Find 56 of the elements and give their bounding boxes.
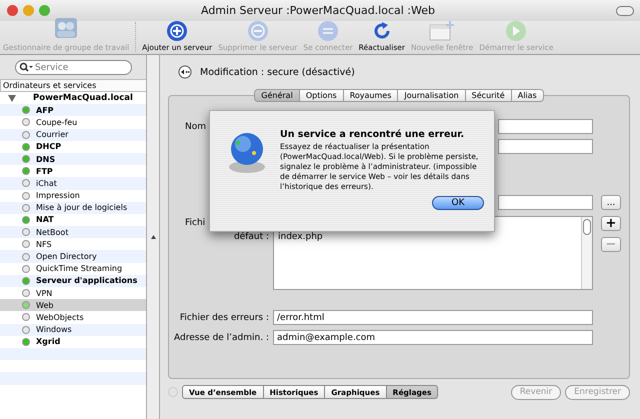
text-field[interactable] — [498, 139, 593, 154]
window-title: Admin Serveur :PowerMacQuad.local :Web — [200, 4, 436, 17]
browse-button[interactable]: ... — [601, 195, 621, 210]
search-icon — [19, 62, 33, 72]
service-item[interactable]: NFS — [0, 238, 146, 250]
list-item[interactable]: index.php — [278, 232, 577, 242]
service-item[interactable]: Open Directory — [0, 250, 146, 263]
service-item[interactable]: QuickTime Streaming — [0, 262, 146, 275]
service-item[interactable]: NetBoot — [0, 226, 146, 238]
editor-heading: Modification : secure (désactivé) — [200, 66, 355, 78]
field-label: Fichi — [184, 217, 206, 230]
server-name[interactable]: PowerMacQuad.local — [33, 93, 133, 104]
service-item[interactable]: AFP — [0, 104, 146, 116]
scrollbar[interactable] — [581, 217, 592, 289]
play-icon — [505, 20, 528, 42]
tab[interactable]: Journalisation — [398, 89, 466, 102]
field-label: Fichier des erreurs : — [178, 312, 270, 322]
back-button[interactable] — [178, 65, 192, 79]
zoom-button[interactable] — [39, 5, 50, 16]
text-field[interactable] — [498, 119, 593, 134]
service-item[interactable]: Courrier — [0, 128, 146, 141]
service-item[interactable]: Web — [0, 299, 146, 312]
remove-icon — [246, 20, 269, 42]
ok-button[interactable]: OK — [432, 196, 484, 210]
add-icon — [166, 20, 188, 42]
service-item[interactable]: Impression — [0, 190, 146, 202]
text-field[interactable] — [498, 195, 593, 210]
tab[interactable]: Royaumes — [344, 89, 398, 102]
field-label: Nom — [184, 122, 208, 132]
splitter[interactable] — [146, 55, 160, 419]
disclosure-triangle[interactable] — [8, 94, 16, 102]
column-header: Ordinateurs et services — [0, 79, 146, 92]
collapse-arrow-icon — [150, 235, 156, 239]
service-item[interactable]: Windows — [0, 324, 146, 336]
close-button[interactable] — [7, 5, 18, 16]
service-item[interactable]: DNS — [0, 152, 146, 166]
field-label: Adresse de l’admin. : — [173, 332, 270, 342]
search-field[interactable]: Service — [15, 60, 132, 75]
text-field[interactable]: /error.html — [273, 310, 593, 325]
tab[interactable]: Général — [254, 89, 300, 102]
window-icon — [429, 20, 456, 42]
service-item[interactable]: Serveur d'applications — [0, 274, 146, 287]
toolbar-toggle-button[interactable] — [616, 6, 634, 16]
text-field[interactable]: admin@example.com — [273, 330, 593, 345]
tab[interactable]: Alias — [512, 89, 544, 102]
alert-title: Un service a rencontré une erreur. — [280, 129, 466, 140]
service-item[interactable]: FTP — [0, 165, 146, 178]
add-button[interactable]: + — [601, 216, 621, 231]
tab[interactable]: Sécurité — [466, 89, 512, 102]
spinner-icon — [168, 387, 178, 397]
service-item[interactable]: Mise à jour de logiciels — [0, 202, 146, 214]
tab[interactable]: Options — [300, 89, 344, 102]
service-item[interactable]: iChat — [0, 177, 146, 190]
field-label: défaut : — [232, 231, 270, 244]
minimize-button[interactable] — [23, 5, 34, 16]
connect-icon — [316, 20, 339, 42]
